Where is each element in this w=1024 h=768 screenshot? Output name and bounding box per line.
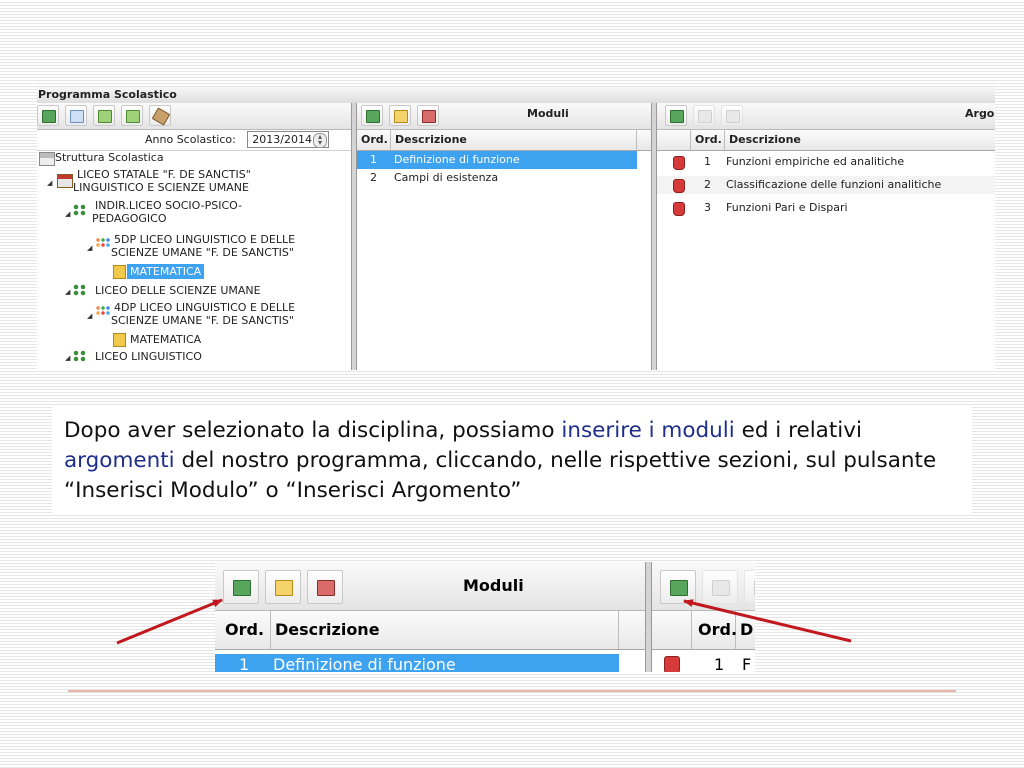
arrow-to-insert-topic: [683, 599, 852, 643]
callout-arrows: [116, 598, 852, 645]
arrow-to-insert-module: [116, 598, 223, 645]
footer-divider: [68, 690, 956, 692]
